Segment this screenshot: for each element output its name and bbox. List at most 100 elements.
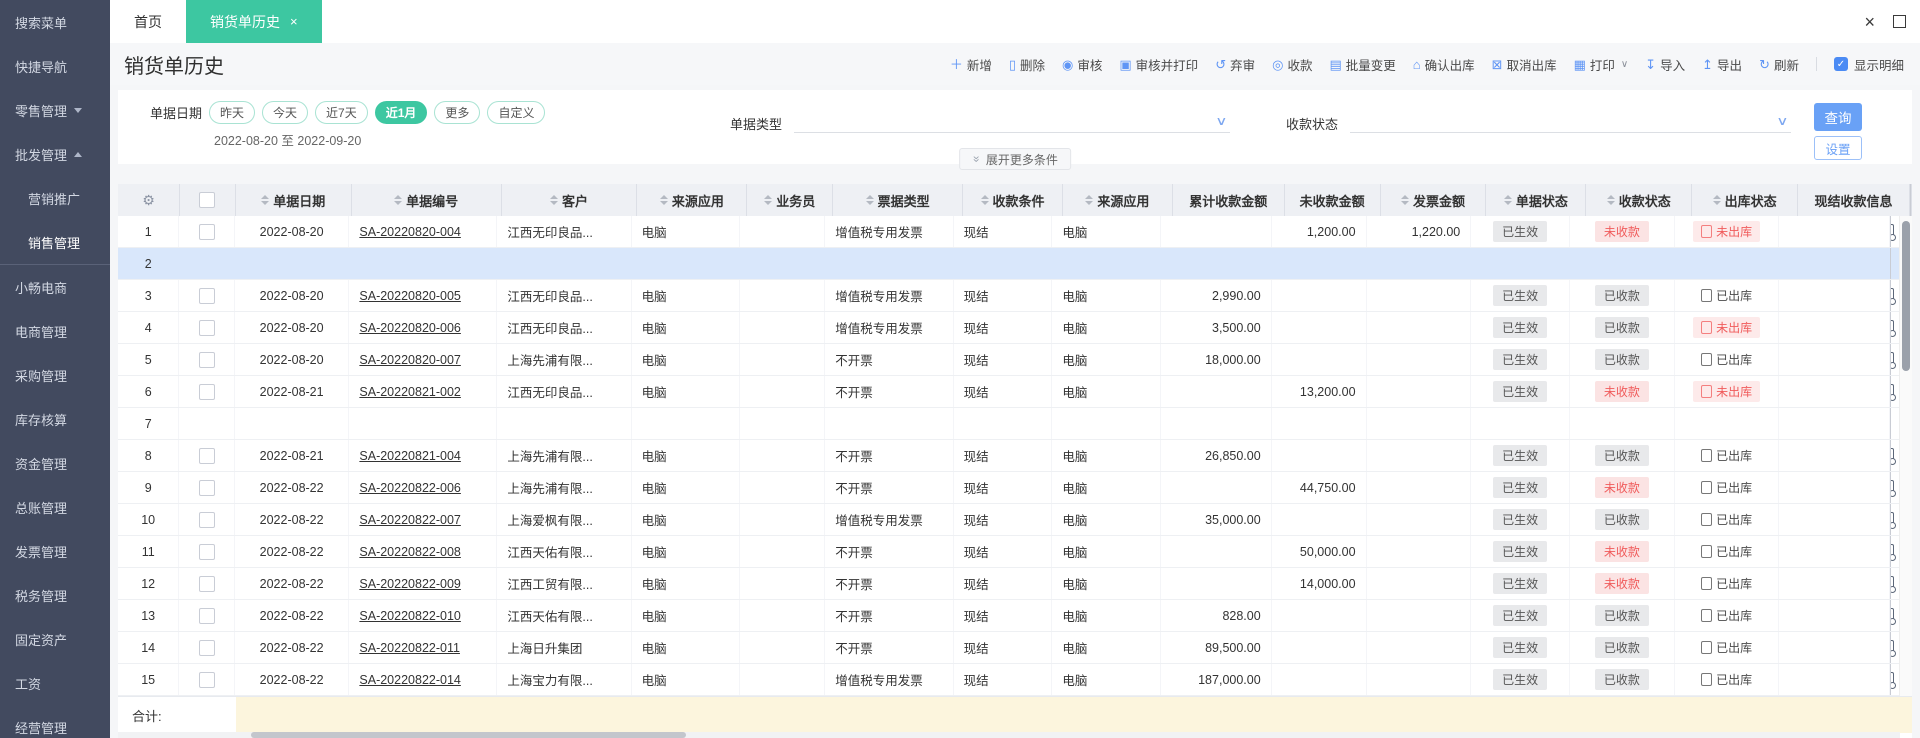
sidebar-item[interactable]: 发票管理: [0, 529, 110, 573]
doc-search-icon[interactable]: [1891, 384, 1896, 401]
tab-sales-history[interactable]: 销货单历史 ×: [186, 0, 322, 43]
sort-arrows-icon[interactable]: [1503, 195, 1512, 205]
sidebar-item[interactable]: 小畅电商: [0, 265, 110, 309]
doc-search-icon[interactable]: [1891, 288, 1896, 305]
unaudit-button[interactable]: ↺ 弃审: [1215, 55, 1255, 74]
column-header-ship_status[interactable]: 出库状态: [1692, 184, 1799, 216]
sidebar-item[interactable]: 库存核算: [0, 397, 110, 441]
order-number-link[interactable]: SA-20220822-006: [359, 481, 460, 495]
table-row[interactable]: 5 2022-08-20 SA-20220820-007 上海先浦有限... 电脑 不开票…: [118, 344, 1912, 376]
row-checkbox[interactable]: [198, 639, 215, 656]
doc-search-icon[interactable]: [1891, 512, 1896, 529]
order-number-link[interactable]: SA-20220821-002: [359, 385, 460, 399]
row-checkbox[interactable]: [198, 383, 215, 400]
table-row[interactable]: 11 2022-08-22 SA-20220822-008 江西天佑有限... 电脑 不开…: [118, 536, 1912, 568]
column-header-invoice_type[interactable]: 票据类型: [833, 184, 964, 216]
table-row[interactable]: 6 2022-08-21 SA-20220821-002 江西无印良品... 电脑 不开票…: [118, 376, 1912, 408]
row-checkbox[interactable]: [198, 671, 215, 688]
confirm-outbound-button[interactable]: ⌂ 确认出库: [1413, 55, 1475, 74]
date-pill[interactable]: 自定义: [487, 101, 546, 124]
sort-arrows-icon[interactable]: [394, 195, 403, 205]
order-number-link[interactable]: SA-20220822-008: [359, 545, 460, 559]
row-checkbox[interactable]: [198, 351, 215, 368]
sidebar-item[interactable]: 批发管理: [0, 132, 110, 176]
gear-icon[interactable]: ⚙: [142, 192, 155, 209]
doc-search-icon[interactable]: [1891, 672, 1896, 689]
import-button[interactable]: ↧ 导入: [1645, 55, 1685, 74]
sort-arrows-icon[interactable]: [865, 195, 874, 205]
vertical-scrollbar[interactable]: [1899, 216, 1912, 696]
doc-search-icon[interactable]: [1891, 480, 1896, 497]
column-header-pay_status[interactable]: 收款状态: [1586, 184, 1693, 216]
sidebar-item[interactable]: 零售管理: [0, 88, 110, 132]
sort-arrows-icon[interactable]: [659, 195, 668, 205]
order-number-link[interactable]: SA-20220822-011: [359, 641, 460, 655]
column-header-no[interactable]: 单据编号: [352, 184, 502, 216]
fullscreen-icon[interactable]: [1893, 15, 1906, 28]
sidebar-item[interactable]: 搜索菜单: [0, 0, 110, 44]
payment-status-select[interactable]: ∨: [1350, 106, 1791, 133]
doc-search-icon[interactable]: [1891, 448, 1896, 465]
sort-arrows-icon[interactable]: [1712, 195, 1721, 205]
column-header-payment_terms[interactable]: 收款条件: [963, 184, 1063, 216]
order-number-link[interactable]: SA-20220822-009: [359, 577, 460, 591]
order-number-link[interactable]: SA-20220820-007: [359, 353, 460, 367]
table-row[interactable]: 15 2022-08-22 SA-20220822-014 上海宝力有限... 电脑 增值…: [118, 664, 1912, 696]
audit-button[interactable]: ◉ 审核: [1062, 55, 1102, 74]
table-row[interactable]: 4 2022-08-20 SA-20220820-006 江西无印良品... 电脑 增值税…: [118, 312, 1912, 344]
sidebar-item[interactable]: 采购管理: [0, 353, 110, 397]
horizontal-scrollbar[interactable]: [118, 732, 1900, 738]
date-pill[interactable]: 更多: [434, 101, 481, 124]
order-number-link[interactable]: SA-20220821-004: [359, 449, 460, 463]
column-header-customer[interactable]: 客户: [502, 184, 638, 216]
sidebar-item[interactable]: 电商管理: [0, 309, 110, 353]
row-checkbox[interactable]: [198, 511, 215, 528]
doc-type-select[interactable]: ∨: [794, 106, 1230, 133]
refresh-button[interactable]: ↻ 刷新: [1759, 55, 1799, 74]
sidebar-item[interactable]: 营销推广: [0, 176, 110, 220]
query-button[interactable]: 查询: [1814, 103, 1862, 131]
export-button[interactable]: ↥ 导出: [1702, 55, 1742, 74]
row-checkbox[interactable]: [198, 479, 215, 496]
doc-search-icon[interactable]: [1891, 544, 1896, 561]
row-checkbox[interactable]: [198, 223, 215, 240]
order-number-link[interactable]: SA-20220822-007: [359, 513, 460, 527]
table-row[interactable]: 10 2022-08-22 SA-20220822-007 上海爱枫有限... 电脑 增值…: [118, 504, 1912, 536]
date-pill[interactable]: 今天: [262, 101, 309, 124]
doc-search-icon[interactable]: [1891, 608, 1896, 625]
table-row[interactable]: 13 2022-08-22 SA-20220822-010 江西天佑有限... 电脑 不开…: [118, 600, 1912, 632]
sort-arrows-icon[interactable]: [1606, 195, 1615, 205]
order-number-link[interactable]: SA-20220820-004: [359, 225, 460, 239]
sort-arrows-icon[interactable]: [764, 195, 773, 205]
print-button[interactable]: ▦ 打印 ∨: [1574, 55, 1629, 74]
column-header-salesman[interactable]: 业务员: [747, 184, 834, 216]
sort-arrows-icon[interactable]: [549, 195, 558, 205]
date-pill[interactable]: 近7天: [315, 101, 368, 124]
sidebar-item[interactable]: 资金管理: [0, 441, 110, 485]
column-header-source_app[interactable]: 来源应用: [637, 184, 748, 216]
column-header-date[interactable]: 单据日期: [236, 184, 352, 216]
column-header-doc_status[interactable]: 单据状态: [1486, 184, 1587, 216]
table-row[interactable]: 1 2022-08-20 SA-20220820-004 江西无印良品... 电脑 增值税…: [118, 216, 1912, 248]
row-checkbox[interactable]: [198, 319, 215, 336]
table-row[interactable]: 8 2022-08-21 SA-20220821-004 上海先浦有限... 电脑 不开票…: [118, 440, 1912, 472]
row-checkbox[interactable]: [198, 543, 215, 560]
order-number-link[interactable]: SA-20220820-005: [359, 289, 460, 303]
sidebar-item[interactable]: 工资: [0, 661, 110, 705]
order-number-link[interactable]: SA-20220822-014: [359, 673, 460, 687]
sidebar-item[interactable]: 总账管理: [0, 485, 110, 529]
sort-arrows-icon[interactable]: [1401, 195, 1410, 205]
expand-more-button[interactable]: « 展开更多条件: [959, 148, 1071, 170]
doc-search-icon[interactable]: [1891, 576, 1896, 593]
table-row[interactable]: 2: [118, 248, 1912, 280]
date-pill[interactable]: 近1月: [374, 101, 428, 124]
table-row[interactable]: 3 2022-08-20 SA-20220820-005 江西无印良品... 电脑 增值税…: [118, 280, 1912, 312]
row-checkbox[interactable]: [198, 447, 215, 464]
audit-print-button[interactable]: ▣ 审核并打印: [1119, 55, 1198, 74]
horizontal-scrollbar-thumb[interactable]: [251, 732, 686, 738]
column-header-invoice_amount[interactable]: 发票金额: [1381, 184, 1487, 216]
sidebar-item[interactable]: 经营管理: [0, 705, 110, 738]
table-row[interactable]: 9 2022-08-22 SA-20220822-006 上海先浦有限... 电脑 不开票…: [118, 472, 1912, 504]
row-checkbox[interactable]: [198, 575, 215, 592]
sidebar-item[interactable]: 固定资产: [0, 617, 110, 661]
